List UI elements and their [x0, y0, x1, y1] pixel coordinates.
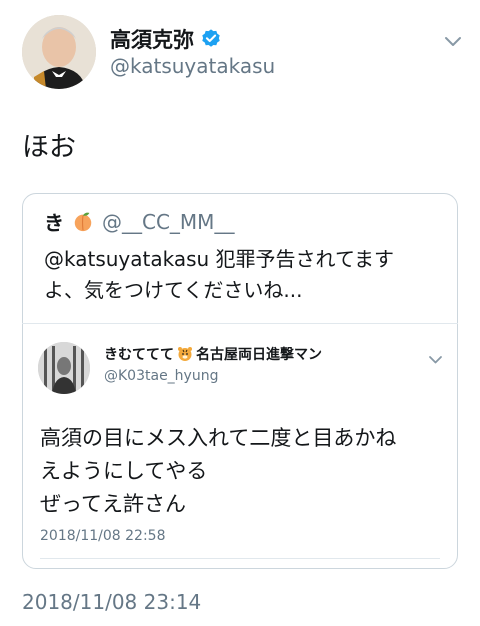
embedded-text-line: えようにしてやる	[40, 459, 208, 483]
divider	[40, 558, 440, 559]
avatar-image	[22, 15, 96, 89]
embedded-display-name: きむててて	[104, 347, 174, 363]
quoted-display-name: き	[44, 211, 64, 235]
peach-emoji-icon	[74, 212, 92, 231]
quoted-tweet-text: @katsuyatakasu 犯罪予告されてます よ、気をつけてくださいね...	[44, 244, 439, 306]
chevron-down-icon[interactable]	[444, 36, 462, 48]
embedded-display-name-suffix: 名古屋両日進撃マン	[196, 347, 322, 363]
timestamp[interactable]: 2018/11/08 23:14	[22, 590, 201, 614]
quoted-tweet-header: き @__CC_MM__	[44, 207, 234, 236]
embedded-text-line: 高須の目にメス入れて二度と目あかね	[40, 426, 397, 450]
display-name[interactable]: 高須克弥	[110, 24, 194, 54]
embedded-text-line: ぜってえ許さん	[40, 492, 186, 516]
quoted-text-line: @katsuyatakasu 犯罪予告されてます	[44, 247, 394, 271]
embedded-timestamp: 2018/11/08 22:58	[40, 528, 166, 544]
chevron-down-icon	[429, 356, 442, 364]
embedded-avatar	[38, 342, 90, 394]
tweet-text: ほお	[22, 132, 76, 163]
divider	[22, 323, 458, 324]
tiger-emoji-icon	[178, 347, 192, 361]
embedded-display-name-row: きむててて 名古屋両日進撃マン	[104, 344, 322, 364]
quoted-text-line: よ、気をつけてくださいね...	[44, 278, 303, 302]
display-name-row: 高須克弥	[110, 24, 222, 54]
embedded-avatar-image	[38, 342, 90, 394]
quoted-handle: @__CC_MM__	[102, 209, 235, 234]
avatar[interactable]	[22, 15, 96, 89]
verified-badge-icon	[202, 29, 220, 47]
embedded-tweet-text: 高須の目にメス入れて二度と目あかね えようにしてやる ぜってえ許さん	[40, 422, 450, 521]
handle[interactable]: @katsuyatakasu	[110, 54, 275, 78]
embedded-handle: @K03tae_hyung	[104, 368, 219, 384]
